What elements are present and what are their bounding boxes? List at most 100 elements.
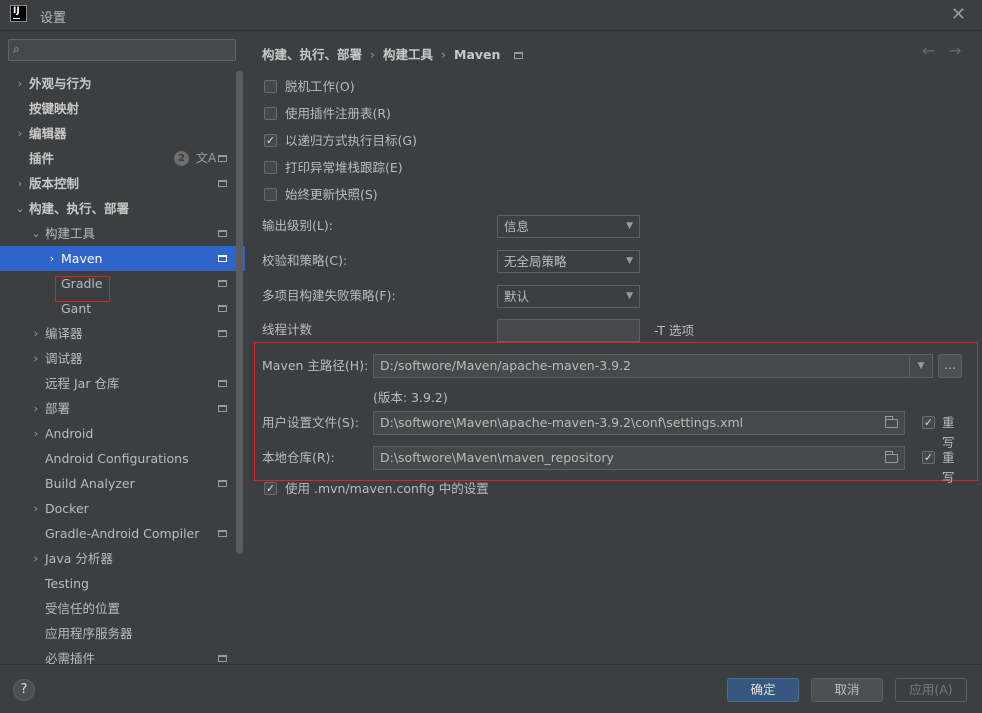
user-settings-file-field[interactable]: D:\softwore\Maven\apache-maven-3.9.2\con… [373, 411, 905, 435]
sidebar-item[interactable]: 必需插件 [0, 646, 245, 664]
repo-override-checkbox[interactable]: ✓ [922, 451, 935, 464]
chevron-down-icon[interactable]: ⌄ [14, 196, 26, 221]
sidebar-item[interactable]: › Java 分析器 [0, 546, 245, 571]
recursive-label: 以递归方式执行目标(G) [285, 133, 417, 148]
chevron-right-icon[interactable]: › [14, 121, 26, 146]
search-box[interactable]: ⌕ [8, 39, 236, 61]
settings-override-label: 重写 [942, 415, 955, 450]
chevron-right-icon[interactable]: › [30, 346, 42, 371]
sidebar-item[interactable]: 应用程序服务器 [0, 621, 245, 646]
breadcrumb-separator: › [370, 47, 376, 62]
user-settings-file-value: D:\softwore\Maven\apache-maven-3.9.2\con… [380, 415, 744, 430]
chevron-right-icon[interactable]: › [30, 496, 42, 521]
checksum-policy-select[interactable]: 无全局策略 ▼ [497, 250, 640, 273]
dialog-footer: ? 确定 取消 应用(A) [0, 664, 982, 713]
thread-count-input[interactable] [497, 319, 640, 342]
sidebar-item[interactable]: ⌄ 构建工具 [0, 221, 245, 246]
offline-checkbox[interactable] [264, 80, 277, 93]
sidebar-item-label: Maven [61, 251, 103, 266]
stack-trace-checkbox[interactable] [264, 161, 277, 174]
chevron-right-icon[interactable]: › [46, 246, 58, 271]
sidebar-item[interactable]: Gradle-Android Compiler [0, 521, 245, 546]
cancel-button[interactable]: 取消 [811, 678, 883, 702]
recursive-checkbox[interactable]: ✓ [264, 134, 277, 147]
sidebar-item[interactable]: › 编辑器 [0, 121, 245, 146]
project-scope-icon [218, 305, 227, 312]
sidebar-item[interactable]: › Android [0, 421, 245, 446]
multiproject-fail-policy-value: 默认 [504, 289, 530, 304]
sidebar-item[interactable]: › 版本控制 [0, 171, 245, 196]
sidebar-item[interactable]: 插件 2 文A [0, 146, 245, 171]
sidebar-item-label: Gradle-Android Compiler [45, 526, 200, 541]
breadcrumb-item[interactable]: 构建工具 [383, 47, 433, 62]
sidebar-item[interactable]: ⌄ 构建、执行、部署 [0, 196, 245, 221]
translate-icon: 文A [196, 151, 217, 165]
project-scope-icon [218, 330, 227, 337]
plugin-registry-checkbox[interactable] [264, 107, 277, 120]
sidebar-item[interactable]: Testing [0, 571, 245, 596]
update-snapshots-checkbox[interactable] [264, 188, 277, 201]
project-scope-icon [514, 52, 524, 59]
settings-override-checkbox[interactable]: ✓ [922, 416, 935, 429]
help-icon[interactable]: ? [13, 679, 35, 701]
sidebar-item[interactable]: › 调试器 [0, 346, 245, 371]
breadcrumb-item[interactable]: 构建、执行、部署 [262, 47, 362, 62]
apply-button[interactable]: 应用(A) [895, 678, 967, 702]
sidebar-item-label: 编辑器 [29, 126, 67, 141]
sidebar-item-label: 构建、执行、部署 [29, 201, 130, 216]
sidebar-item[interactable]: › 外观与行为 [0, 71, 245, 96]
project-scope-icon [218, 155, 227, 162]
chevron-right-icon[interactable]: › [30, 546, 42, 571]
project-scope-icon [218, 280, 227, 287]
sidebar-item[interactable]: Gradle [0, 271, 245, 296]
search-input[interactable] [31, 41, 235, 61]
sidebar-item[interactable]: › 编译器 [0, 321, 245, 346]
window-title: 设置 [40, 11, 67, 26]
sidebar-item[interactable]: 受信任的位置 [0, 596, 245, 621]
maven-home-browse-button[interactable]: ... [938, 354, 962, 378]
sidebar-item-label: 应用程序服务器 [45, 626, 133, 641]
breadcrumb-separator: › [441, 47, 447, 62]
dropdown-arrow-icon: ▼ [626, 291, 633, 301]
arrow-left-icon[interactable]: ← [922, 41, 935, 60]
ok-button[interactable]: 确定 [727, 678, 799, 702]
mvn-config-label: 使用 .mvn/maven.config 中的设置 [285, 481, 489, 496]
maven-home-label: Maven 主路径(H): [262, 358, 369, 373]
sidebar-item-label: 调试器 [45, 351, 83, 366]
sidebar-item[interactable]: 按键映射 [0, 96, 245, 121]
chevron-right-icon[interactable]: › [30, 421, 42, 446]
dropdown-arrow-icon[interactable]: ▼ [909, 355, 932, 377]
output-level-value: 信息 [504, 219, 530, 234]
dropdown-arrow-icon: ▼ [626, 256, 633, 266]
sidebar-scrollbar[interactable] [236, 71, 243, 554]
sidebar-item[interactable]: 远程 Jar 仓库 [0, 371, 245, 396]
chevron-right-icon[interactable]: › [14, 171, 26, 196]
sidebar-item-label: Build Analyzer [45, 476, 135, 491]
chevron-right-icon[interactable]: › [30, 396, 42, 421]
close-icon[interactable]: ✕ [951, 4, 966, 25]
sidebar-item-label: 外观与行为 [29, 76, 92, 91]
sidebar-item[interactable]: Build Analyzer [0, 471, 245, 496]
project-scope-icon [218, 405, 227, 412]
update-snapshots-label: 始终更新快照(S) [285, 187, 378, 202]
sidebar-item-label: 插件 [29, 151, 55, 166]
local-repository-field[interactable]: D:\softwore\Maven\maven_repository [373, 446, 905, 470]
arrow-right-icon[interactable]: → [948, 41, 961, 60]
offline-label: 脱机工作(O) [285, 79, 355, 94]
mvn-config-checkbox[interactable]: ✓ [264, 482, 277, 495]
folder-icon[interactable] [885, 451, 898, 463]
sidebar-item[interactable]: Gant [0, 296, 245, 321]
sidebar-item[interactable]: Android Configurations [0, 446, 245, 471]
chevron-right-icon[interactable]: › [14, 71, 26, 96]
sidebar-item-label: Java 分析器 [45, 551, 113, 566]
sidebar-item[interactable]: › 部署 [0, 396, 245, 421]
chevron-right-icon[interactable]: › [30, 321, 42, 346]
sidebar-item[interactable]: › Maven [0, 246, 245, 271]
multiproject-fail-policy-select[interactable]: 默认 ▼ [497, 285, 640, 308]
folder-icon[interactable] [885, 416, 898, 428]
chevron-down-icon[interactable]: ⌄ [30, 221, 42, 246]
sidebar-item[interactable]: › Docker [0, 496, 245, 521]
maven-home-select[interactable]: D:/softwore/Maven/apache-maven-3.9.2 ▼ [373, 354, 933, 378]
output-level-select[interactable]: 信息 ▼ [497, 215, 640, 238]
multiproject-fail-policy-label: 多项目构建失败策略(F): [262, 288, 396, 303]
